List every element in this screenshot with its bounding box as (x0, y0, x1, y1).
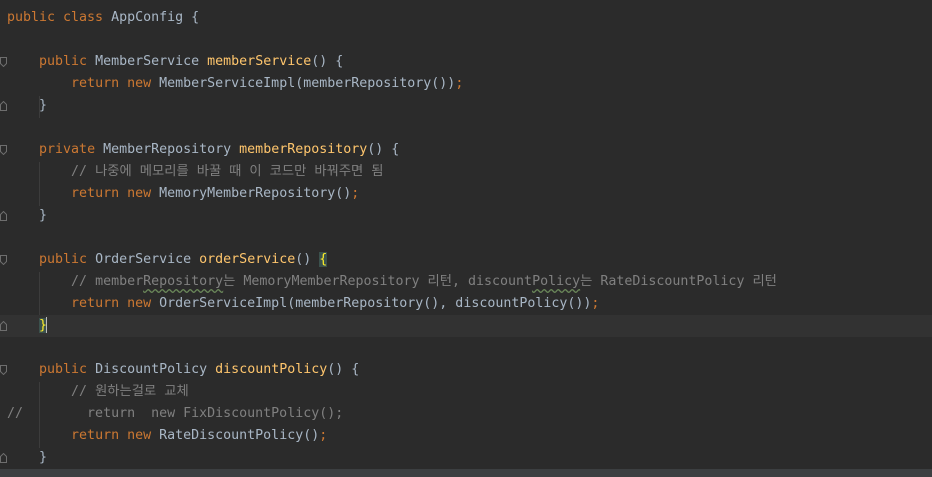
fold-icon[interactable] (0, 365, 7, 375)
code-text: MemberServiceImpl(memberRepository()) (159, 76, 456, 91)
code-line[interactable]: // 나중에 메모리를 바꿀 때 이 코드만 바꿔주면 됨 (0, 161, 932, 183)
code-line[interactable]: return new MemoryMemberRepository(); (0, 183, 932, 205)
code-line[interactable]: return new OrderServiceImpl(memberReposi… (0, 293, 932, 315)
code-line[interactable]: // return new FixDiscountPolicy(); (0, 403, 932, 425)
keyword: public (39, 362, 96, 377)
code-line[interactable]: return new RateDiscountPolicy(); (0, 425, 932, 447)
semicolon: ; (319, 428, 328, 443)
commented-code: // return new FixDiscountPolicy(); (7, 406, 344, 421)
code-line[interactable]: public class AppConfig { (0, 7, 932, 29)
text-cursor (46, 317, 48, 333)
current-code-line[interactable]: } (0, 315, 932, 337)
closing-brace: } (39, 450, 48, 465)
fold-end-icon[interactable] (0, 453, 7, 463)
code-line[interactable]: // 원하는걸로 교체 (0, 381, 932, 403)
code-text: () (295, 252, 320, 267)
keyword: return new (71, 186, 160, 201)
fold-icon[interactable] (0, 255, 7, 265)
comment: // 나중에 메모리를 바꿀 때 이 코드만 바꿔주면 됨 (71, 164, 384, 179)
code-text: OrderServiceImpl(memberRepository(), dis… (159, 296, 592, 311)
semicolon: ; (351, 186, 360, 201)
class-name: AppConfig { (111, 10, 200, 25)
type-name: MemberService (95, 54, 208, 69)
fold-end-icon[interactable] (0, 101, 7, 111)
fold-end-icon[interactable] (0, 211, 7, 221)
method-name: discountPolicy (215, 362, 328, 377)
code-text: () { (367, 142, 400, 157)
comment: 는 RateDiscountPolicy 리턴 (580, 274, 777, 289)
fold-icon[interactable] (0, 57, 7, 67)
keyword: return new (71, 296, 160, 311)
type-name: OrderService (95, 252, 200, 267)
closing-brace: } (39, 98, 48, 113)
code-line[interactable]: public MemberService memberService() { (0, 51, 932, 73)
semicolon: ; (455, 76, 464, 91)
fold-end-icon[interactable] (0, 321, 7, 331)
code-text: MemoryMemberRepository() (159, 186, 352, 201)
comment: 는 MemoryMemberRepository 리턴, discount (223, 274, 533, 289)
typo-highlight: Policy (532, 274, 581, 289)
type-name: MemberRepository (103, 142, 240, 157)
closing-brace: } (39, 208, 48, 223)
code-line[interactable]: public DiscountPolicy discountPolicy() { (0, 359, 932, 381)
keyword: public (39, 252, 96, 267)
comment: // 원하는걸로 교체 (71, 384, 189, 399)
code-line[interactable]: public OrderService orderService() { (0, 249, 932, 271)
code-text: () { (327, 362, 360, 377)
typo-highlight: Repository (143, 274, 224, 289)
method-name: memberService (207, 54, 312, 69)
code-text: RateDiscountPolicy() (159, 428, 320, 443)
code-line[interactable]: } (0, 95, 932, 117)
keyword: public (39, 54, 96, 69)
horizontal-scrollbar[interactable] (0, 469, 932, 477)
keyword: private (39, 142, 104, 157)
keyword: return new (71, 428, 160, 443)
code-line[interactable]: return new MemberServiceImpl(memberRepos… (0, 73, 932, 95)
code-text: () { (311, 54, 344, 69)
semicolon: ; (591, 296, 600, 311)
keyword: public class (7, 10, 112, 25)
code-line[interactable]: private MemberRepository memberRepositor… (0, 139, 932, 161)
method-name: memberRepository (239, 142, 368, 157)
code-line[interactable]: } (0, 205, 932, 227)
fold-icon[interactable] (0, 145, 7, 155)
type-name: DiscountPolicy (95, 362, 216, 377)
keyword: return new (71, 76, 160, 91)
method-name: orderService (199, 252, 296, 267)
comment: // member (71, 274, 144, 289)
code-line[interactable]: } (0, 447, 932, 469)
matched-brace: { (319, 252, 328, 267)
code-line[interactable]: // memberRepository는 MemoryMemberReposit… (0, 271, 932, 293)
code-editor[interactable]: public class AppConfig { public MemberSe… (0, 0, 932, 477)
